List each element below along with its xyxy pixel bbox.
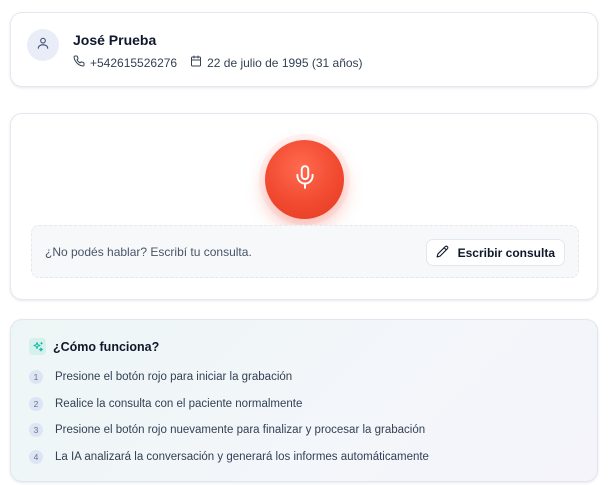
sparkles-icon <box>29 338 46 355</box>
step-text: Presione el botón rojo nuevamente para f… <box>55 424 426 437</box>
step-text: Realice la consulta con el paciente norm… <box>55 397 303 410</box>
patient-phone: +542615526276 <box>73 55 177 70</box>
user-icon <box>36 36 50 55</box>
recorder-card: ¿No podés hablar? Escribí tu consulta. E… <box>10 113 598 300</box>
list-item: 1 Presione el botón rojo para iniciar la… <box>29 369 429 385</box>
write-consult-row: ¿No podés hablar? Escribí tu consulta. E… <box>31 225 579 278</box>
how-it-works-card: ¿Cómo funciona? 1 Presione el botón rojo… <box>10 319 598 482</box>
patient-phone-text: +542615526276 <box>90 55 178 70</box>
avatar <box>27 29 59 61</box>
list-item: 2 Realice la consulta con el paciente no… <box>29 396 429 412</box>
step-number: 2 <box>29 396 43 411</box>
write-prompt: ¿No podés hablar? Escribí tu consulta. <box>45 245 252 259</box>
record-button[interactable] <box>265 140 344 219</box>
step-text: La IA analizará la conversación y genera… <box>55 451 429 464</box>
patient-dob: 22 de julio de 1995 (31 años) <box>190 55 363 70</box>
step-text: Presione el botón rojo para iniciar la g… <box>55 371 293 383</box>
patient-dob-text: 22 de julio de 1995 (31 años) <box>207 55 363 70</box>
patient-name: José Prueba <box>73 32 157 48</box>
patient-card: José Prueba +542615526276 22 de julio de… <box>10 12 598 87</box>
step-number: 3 <box>29 423 43 438</box>
write-consult-label: Escribir consulta <box>457 245 555 260</box>
steps-list: 1 Presione el botón rojo para iniciar la… <box>29 369 429 476</box>
calendar-icon <box>190 55 207 70</box>
patient-meta: +542615526276 22 de julio de 1995 (31 añ… <box>73 55 363 70</box>
how-it-works-title: ¿Cómo funciona? <box>53 339 160 354</box>
list-item: 3 Presione el botón rojo nuevamente para… <box>29 422 429 438</box>
step-number: 4 <box>29 450 43 465</box>
write-consult-button[interactable]: Escribir consulta <box>425 239 565 266</box>
step-number: 1 <box>29 370 43 384</box>
phone-icon <box>73 55 90 70</box>
microphone-icon <box>292 164 318 195</box>
pencil-icon <box>436 245 458 261</box>
how-it-works-header: ¿Cómo funciona? <box>29 338 159 355</box>
list-item: 4 La IA analizará la conversación y gene… <box>29 449 429 465</box>
